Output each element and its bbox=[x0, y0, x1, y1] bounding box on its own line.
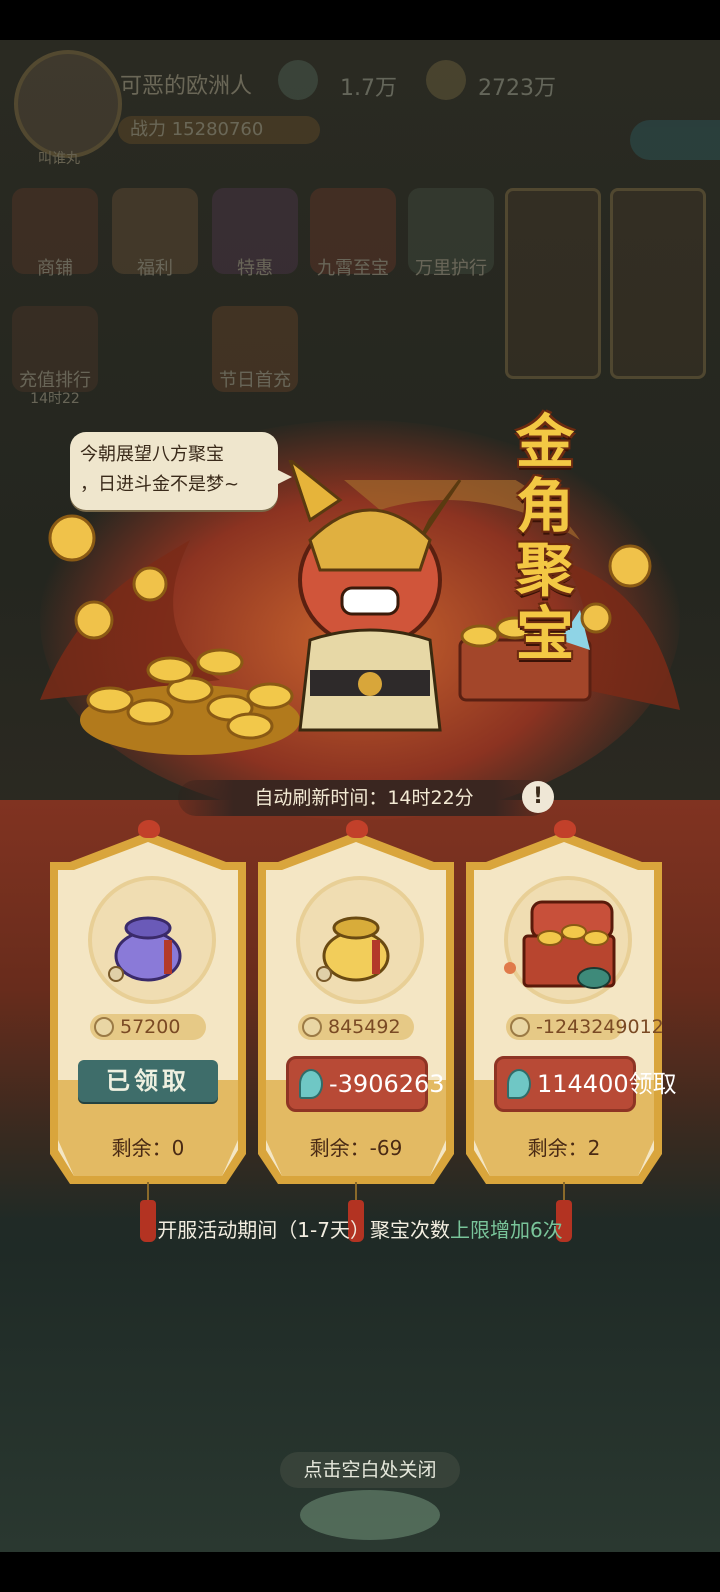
coin-icon bbox=[94, 1017, 114, 1037]
info-icon[interactable]: ! bbox=[522, 781, 554, 813]
title-char-1: 金 bbox=[515, 408, 574, 476]
power-value: 战力 15280760 bbox=[118, 116, 320, 144]
knot-decoration bbox=[346, 820, 368, 838]
event-title-art: 金 角 聚 宝 bbox=[500, 410, 590, 670]
ranking-timer: 14时22 bbox=[30, 391, 80, 407]
gold-coin-bag-icon bbox=[316, 916, 390, 982]
coin-value: 845492 bbox=[328, 1016, 401, 1038]
coin-value: -1243249012 bbox=[536, 1016, 664, 1038]
player-name: 可恶的欧洲人 bbox=[120, 74, 253, 99]
reward-card-3[interactable]: -1243249012 114400领取 剩余：2 bbox=[466, 820, 677, 1242]
hero-card-2 bbox=[610, 188, 706, 379]
jade-icon bbox=[507, 1069, 531, 1099]
close-hint-button[interactable]: 点击空白处关闭 bbox=[280, 1452, 460, 1488]
refresh-timer-bar: 自动刷新时间：14时22分 bbox=[178, 780, 550, 816]
status-bar bbox=[0, 0, 720, 40]
title-char-2: 角 bbox=[515, 472, 574, 540]
coin-value-pill: 845492 bbox=[298, 1014, 414, 1040]
jade-icon bbox=[299, 1069, 323, 1099]
menu-escort-label: 万里护行 bbox=[415, 258, 487, 279]
knot-decoration bbox=[138, 820, 160, 838]
menu-welfare-label: 福利 bbox=[137, 258, 173, 279]
resource-jade: 1.7万 bbox=[340, 76, 397, 101]
buy-price: -3906263 bbox=[329, 1070, 445, 1098]
menu-shop-label: 商铺 bbox=[37, 258, 73, 279]
coin-value: 57200 bbox=[120, 1016, 181, 1038]
navigation-bar bbox=[0, 1552, 720, 1592]
game-screen[interactable]: 叫谁丸 可恶的欧洲人 战力 15280760 1.7万 2723万 商铺 福利 … bbox=[0, 40, 720, 1552]
limit-main-text: 开服活动期间（1-7天）聚宝次数 bbox=[157, 1218, 450, 1242]
coin-icon bbox=[510, 1017, 530, 1037]
menu-first-charge-label: 节日首充 bbox=[219, 370, 291, 391]
buy-button[interactable]: -3906263 bbox=[286, 1056, 445, 1112]
menu-treasure-label: 九霄至宝 bbox=[317, 258, 389, 279]
reward-card-2[interactable]: 845492 -3906263 剩余：-69 bbox=[258, 820, 454, 1242]
speech-line-2: ，日进斗金不是梦~ bbox=[80, 474, 240, 495]
remaining-count: 剩余：2 bbox=[527, 1136, 601, 1160]
speech-bubble: 今朝展望八方聚宝 ，日进斗金不是梦~ bbox=[70, 432, 292, 510]
avatar-name: 叫谁丸 bbox=[38, 151, 80, 167]
claimed-badge: 已领取 bbox=[78, 1060, 218, 1102]
expand-button bbox=[630, 120, 720, 160]
purple-coin-bag-icon bbox=[108, 916, 182, 982]
limit-highlight-text: 上限增加6次 bbox=[449, 1218, 563, 1242]
buy-button[interactable]: 114400领取 bbox=[494, 1056, 677, 1112]
cloud-decoration bbox=[300, 1490, 440, 1540]
hero-card-1 bbox=[505, 188, 601, 379]
refresh-timer-text: 自动刷新时间：14时22分 bbox=[254, 787, 474, 809]
resource-coin: 2723万 bbox=[478, 76, 556, 101]
limit-notice: 开服活动期间（1-7天）聚宝次数上限增加6次 bbox=[0, 1214, 720, 1243]
coin-icon bbox=[302, 1017, 322, 1037]
remaining-count: 剩余：0 bbox=[111, 1136, 185, 1160]
menu-deal-label: 特惠 bbox=[237, 258, 273, 279]
title-char-4: 宝 bbox=[515, 600, 574, 668]
title-char-3: 聚 bbox=[515, 536, 574, 604]
speech-line-1: 今朝展望八方聚宝 bbox=[80, 444, 224, 465]
coin-value-pill: 57200 bbox=[90, 1014, 206, 1040]
remaining-count: 剩余：-69 bbox=[309, 1136, 403, 1160]
coin-icon bbox=[426, 60, 466, 100]
buy-price: 114400领取 bbox=[537, 1070, 677, 1098]
jade-icon bbox=[278, 60, 318, 100]
reward-card-1[interactable]: 57200 已领取 剩余：0 bbox=[50, 820, 246, 1242]
golden-horned-demon-hero bbox=[288, 460, 462, 732]
avatar bbox=[14, 50, 122, 158]
knot-decoration bbox=[554, 820, 576, 838]
treasure-chest-icon bbox=[504, 900, 616, 989]
coin-value-pill: -1243249012 bbox=[506, 1014, 664, 1040]
